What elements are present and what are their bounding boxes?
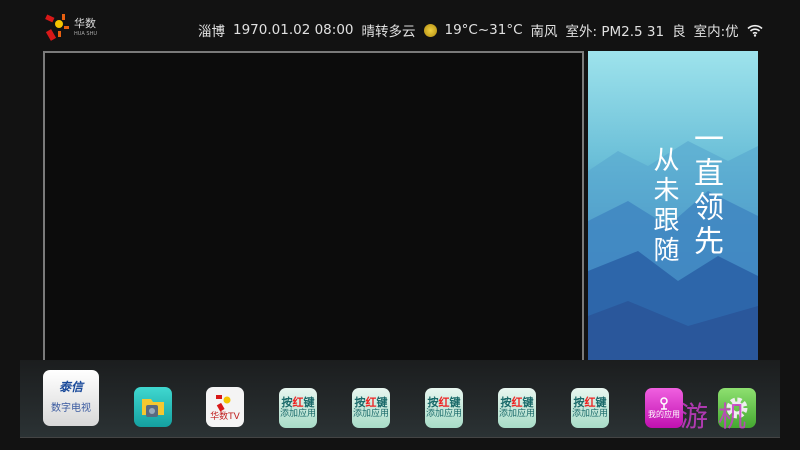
app-add-slot[interactable]: 按红键 添加应用: [498, 388, 536, 428]
app-file-manager[interactable]: [134, 387, 172, 427]
video-player[interactable]: [43, 51, 584, 362]
add-slot-title-part: 键: [522, 395, 534, 409]
logo-text: 华数: [74, 17, 96, 30]
app-huashu-tv[interactable]: 华数TV: [206, 387, 244, 427]
status-bar: 淄博 1970.01.02 08:00 晴转多云 19°C~31°C 南风 室外…: [198, 20, 763, 40]
add-slot-title-part: 键: [303, 395, 315, 409]
add-slot-title-part: 键: [376, 395, 388, 409]
add-slot-title-part: 按: [281, 395, 293, 409]
add-slot-title-part: 按: [500, 395, 512, 409]
huashu-tv-label: 华数TV: [210, 411, 240, 422]
air-quality: 良: [672, 24, 686, 40]
city: 淄博: [198, 24, 225, 40]
tv-label: 数字电视: [51, 403, 91, 415]
my-apps-label: 我的应用: [648, 410, 680, 420]
huashu-logo: 华数 HUA SHU: [44, 12, 104, 44]
watermark: 游机: [680, 400, 757, 433]
temperature: 19°C~31°C: [444, 22, 523, 38]
add-slot-label: 添加应用: [571, 409, 608, 420]
add-slot-title-part: 按: [354, 395, 366, 409]
add-slot-label: 添加应用: [425, 409, 462, 420]
app-add-slot[interactable]: 按红键 添加应用: [352, 388, 390, 428]
poster-slogan-1: 一直领先: [688, 123, 723, 259]
huashu-logo-icon: [45, 14, 69, 41]
app-add-slot[interactable]: 按红键 添加应用: [425, 388, 463, 428]
add-slot-title: 按红键: [573, 395, 607, 410]
folder-camera-icon: [142, 399, 164, 417]
add-slot-title-part: 键: [595, 395, 607, 409]
logo-subtext: HUA SHU: [74, 31, 98, 37]
add-slot-title-part: 键: [449, 395, 461, 409]
add-slot-title: 按红键: [354, 395, 388, 410]
promo-poster[interactable]: 一直领先 从未跟随: [588, 51, 758, 362]
add-slot-label: 添加应用: [352, 409, 389, 420]
poster-slogan-2: 从未跟随: [649, 146, 679, 266]
huashu-tv-icon: [216, 394, 231, 412]
weather-text: 晴转多云: [361, 24, 416, 40]
add-slot-title-red: 红: [438, 395, 450, 409]
wifi-icon: [747, 24, 763, 37]
add-slot-label: 添加应用: [498, 409, 535, 420]
outdoor-air: 室外: PM2.5 31: [565, 24, 665, 40]
my-apps-icon: [660, 397, 668, 411]
datetime: 1970.01.02 08:00: [233, 22, 354, 38]
add-slot-title-part: 按: [427, 395, 439, 409]
add-slot-label: 添加应用: [279, 409, 316, 420]
wind: 南风: [530, 24, 558, 40]
add-slot-title-red: 红: [584, 395, 596, 409]
sun-icon: [423, 23, 437, 37]
add-slot-title: 按红键: [427, 395, 461, 410]
add-slot-title-red: 红: [365, 395, 377, 409]
add-slot-title: 按红键: [281, 395, 315, 410]
indoor-air: 室内:优: [693, 24, 739, 40]
add-slot-title-red: 红: [292, 395, 304, 409]
add-slot-title-red: 红: [511, 395, 523, 409]
add-slot-title: 按红键: [500, 395, 534, 410]
add-slot-title-part: 按: [573, 395, 585, 409]
app-add-slot[interactable]: 按红键 添加应用: [571, 388, 609, 428]
app-digital-tv[interactable]: 泰信 数字电视: [43, 370, 99, 426]
app-my-apps[interactable]: 我的应用: [645, 388, 683, 428]
app-add-slot[interactable]: 按红键 添加应用: [279, 388, 317, 428]
tv-brand: 泰信: [58, 380, 83, 395]
